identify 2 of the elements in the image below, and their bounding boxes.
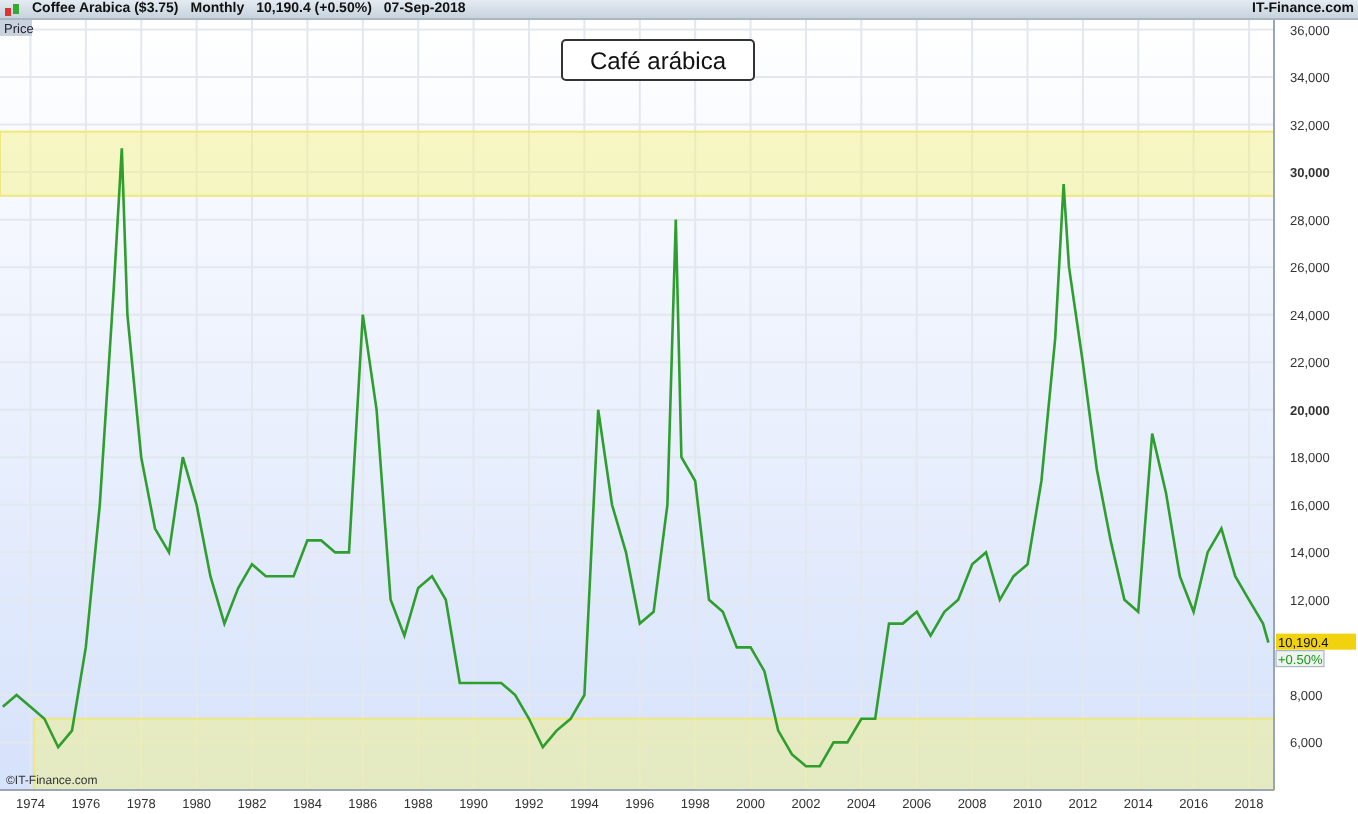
candles-icon: [4, 1, 20, 17]
chart-title: Café arábica: [561, 39, 755, 81]
